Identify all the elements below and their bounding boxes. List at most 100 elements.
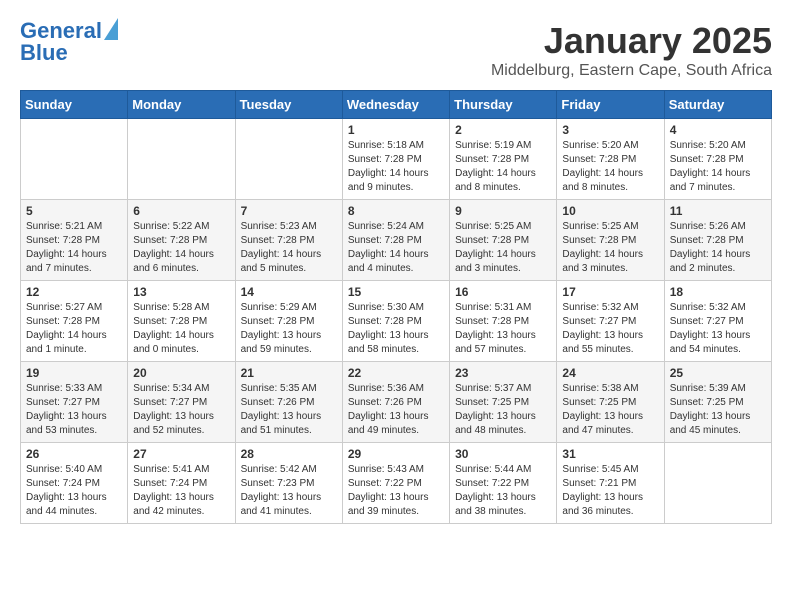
- cell-text: Sunset: 7:28 PM: [562, 234, 658, 248]
- month-title: January 2025: [491, 20, 772, 62]
- day-header-tuesday: Tuesday: [235, 91, 342, 119]
- calendar-cell: 18Sunrise: 5:32 AMSunset: 7:27 PMDayligh…: [664, 281, 771, 362]
- day-header-saturday: Saturday: [664, 91, 771, 119]
- cell-text: Daylight: 14 hours and 7 minutes.: [26, 248, 122, 276]
- cell-text: Daylight: 13 hours and 58 minutes.: [348, 329, 444, 357]
- calendar-cell: 9Sunrise: 5:25 AMSunset: 7:28 PMDaylight…: [450, 200, 557, 281]
- cell-text: Daylight: 14 hours and 3 minutes.: [562, 248, 658, 276]
- cell-text: Sunrise: 5:20 AM: [670, 139, 766, 153]
- day-number: 28: [241, 447, 337, 461]
- cell-text: Daylight: 13 hours and 41 minutes.: [241, 491, 337, 519]
- logo-triangle-icon: [104, 18, 118, 40]
- cell-text: Sunset: 7:25 PM: [455, 396, 551, 410]
- cell-text: Sunrise: 5:24 AM: [348, 220, 444, 234]
- day-number: 1: [348, 123, 444, 137]
- cell-text: Daylight: 14 hours and 1 minute.: [26, 329, 122, 357]
- cell-text: Sunrise: 5:43 AM: [348, 463, 444, 477]
- cell-text: Sunset: 7:28 PM: [133, 315, 229, 329]
- cell-text: Daylight: 14 hours and 8 minutes.: [455, 167, 551, 195]
- cell-text: Daylight: 13 hours and 39 minutes.: [348, 491, 444, 519]
- cell-text: Sunrise: 5:28 AM: [133, 301, 229, 315]
- calendar-cell: [128, 119, 235, 200]
- day-header-sunday: Sunday: [21, 91, 128, 119]
- calendar-cell: 7Sunrise: 5:23 AMSunset: 7:28 PMDaylight…: [235, 200, 342, 281]
- calendar-week-row: 26Sunrise: 5:40 AMSunset: 7:24 PMDayligh…: [21, 443, 772, 524]
- day-number: 23: [455, 366, 551, 380]
- cell-text: Daylight: 13 hours and 48 minutes.: [455, 410, 551, 438]
- calendar-cell: 2 Sunrise: 5:19 AMSunset: 7:28 PMDaylight…: [450, 119, 557, 200]
- calendar-cell: 3Sunrise: 5:20 AMSunset: 7:28 PMDaylight…: [557, 119, 664, 200]
- cell-text: Sunrise: 5:34 AM: [133, 382, 229, 396]
- calendar-cell: 28Sunrise: 5:42 AMSunset: 7:23 PMDayligh…: [235, 443, 342, 524]
- day-number: 20: [133, 366, 229, 380]
- cell-text: Sunset: 7:28 PM: [455, 153, 551, 167]
- cell-text: Daylight: 13 hours and 57 minutes.: [455, 329, 551, 357]
- day-number: 6: [133, 204, 229, 218]
- calendar-cell: 16Sunrise: 5:31 AMSunset: 7:28 PMDayligh…: [450, 281, 557, 362]
- calendar-cell: [664, 443, 771, 524]
- calendar-cell: 4Sunrise: 5:20 AMSunset: 7:28 PMDaylight…: [664, 119, 771, 200]
- day-header-friday: Friday: [557, 91, 664, 119]
- calendar-cell: 30Sunrise: 5:44 AMSunset: 7:22 PMDayligh…: [450, 443, 557, 524]
- day-header-wednesday: Wednesday: [342, 91, 449, 119]
- cell-text: Sunset: 7:21 PM: [562, 477, 658, 491]
- cell-text: Sunset: 7:28 PM: [455, 234, 551, 248]
- day-number: 18: [670, 285, 766, 299]
- cell-text: Sunset: 7:23 PM: [241, 477, 337, 491]
- day-number: 12: [26, 285, 122, 299]
- cell-text: Sunset: 7:25 PM: [670, 396, 766, 410]
- cell-text: Sunrise: 5:31 AM: [455, 301, 551, 315]
- cell-text: Sunset: 7:28 PM: [241, 315, 337, 329]
- cell-text: Sunset: 7:26 PM: [241, 396, 337, 410]
- cell-text: Daylight: 13 hours and 52 minutes.: [133, 410, 229, 438]
- cell-text: Daylight: 14 hours and 7 minutes.: [670, 167, 766, 195]
- cell-text: Sunrise: 5:35 AM: [241, 382, 337, 396]
- cell-text: Daylight: 14 hours and 3 minutes.: [455, 248, 551, 276]
- calendar-cell: [21, 119, 128, 200]
- cell-text: Sunset: 7:28 PM: [562, 153, 658, 167]
- calendar-cell: 12Sunrise: 5:27 AMSunset: 7:28 PMDayligh…: [21, 281, 128, 362]
- calendar-cell: 19Sunrise: 5:33 AMSunset: 7:27 PMDayligh…: [21, 362, 128, 443]
- cell-text: Daylight: 13 hours and 53 minutes.: [26, 410, 122, 438]
- cell-text: Sunrise: 5:33 AM: [26, 382, 122, 396]
- cell-text: Daylight: 13 hours and 47 minutes.: [562, 410, 658, 438]
- location-title: Middelburg, Eastern Cape, South Africa: [491, 62, 772, 80]
- day-header-thursday: Thursday: [450, 91, 557, 119]
- calendar-cell: 25Sunrise: 5:39 AMSunset: 7:25 PMDayligh…: [664, 362, 771, 443]
- calendar-cell: 15Sunrise: 5:30 AMSunset: 7:28 PMDayligh…: [342, 281, 449, 362]
- cell-text: Sunrise: 5:18 AM: [348, 139, 444, 153]
- calendar-cell: 17Sunrise: 5:32 AMSunset: 7:27 PMDayligh…: [557, 281, 664, 362]
- cell-text: Daylight: 13 hours and 55 minutes.: [562, 329, 658, 357]
- cell-text: Daylight: 14 hours and 6 minutes.: [133, 248, 229, 276]
- day-number: 5: [26, 204, 122, 218]
- calendar-cell: 22Sunrise: 5:36 AMSunset: 7:26 PMDayligh…: [342, 362, 449, 443]
- cell-text: Sunset: 7:24 PM: [133, 477, 229, 491]
- cell-text: Sunrise: 5:41 AM: [133, 463, 229, 477]
- cell-text: Sunrise: 5:44 AM: [455, 463, 551, 477]
- cell-text: Sunset: 7:28 PM: [670, 153, 766, 167]
- calendar-cell: 23Sunrise: 5:37 AMSunset: 7:25 PMDayligh…: [450, 362, 557, 443]
- calendar-week-row: 5Sunrise: 5:21 AMSunset: 7:28 PMDaylight…: [21, 200, 772, 281]
- title-block: January 2025 Middelburg, Eastern Cape, S…: [491, 20, 772, 80]
- cell-text: Sunset: 7:28 PM: [348, 153, 444, 167]
- calendar-header-row: SundayMondayTuesdayWednesdayThursdayFrid…: [21, 91, 772, 119]
- day-number: 10: [562, 204, 658, 218]
- logo-text-general: General: [20, 20, 102, 42]
- cell-text: Sunrise: 5:25 AM: [562, 220, 658, 234]
- calendar-table: SundayMondayTuesdayWednesdayThursdayFrid…: [20, 90, 772, 524]
- cell-text: Sunset: 7:28 PM: [348, 234, 444, 248]
- cell-text: Sunrise: 5:19 AM: [455, 139, 551, 153]
- day-number: 19: [26, 366, 122, 380]
- cell-text: Sunrise: 5:27 AM: [26, 301, 122, 315]
- day-number: 2: [455, 123, 551, 137]
- cell-text: Sunset: 7:28 PM: [241, 234, 337, 248]
- cell-text: Sunrise: 5:32 AM: [670, 301, 766, 315]
- cell-text: Sunrise: 5:39 AM: [670, 382, 766, 396]
- day-number: 17: [562, 285, 658, 299]
- cell-text: Sunrise: 5:21 AM: [26, 220, 122, 234]
- cell-text: Daylight: 13 hours and 42 minutes.: [133, 491, 229, 519]
- calendar-cell: 20Sunrise: 5:34 AMSunset: 7:27 PMDayligh…: [128, 362, 235, 443]
- calendar-week-row: 12 Sunrise: 5:27 AM Sunset: 7:28 PM Dayligh…: [21, 281, 772, 362]
- cell-text: Daylight: 13 hours and 38 minutes.: [455, 491, 551, 519]
- calendar-cell: 29Sunrise: 5:43 AMSunset: 7:22 PMDayligh…: [342, 443, 449, 524]
